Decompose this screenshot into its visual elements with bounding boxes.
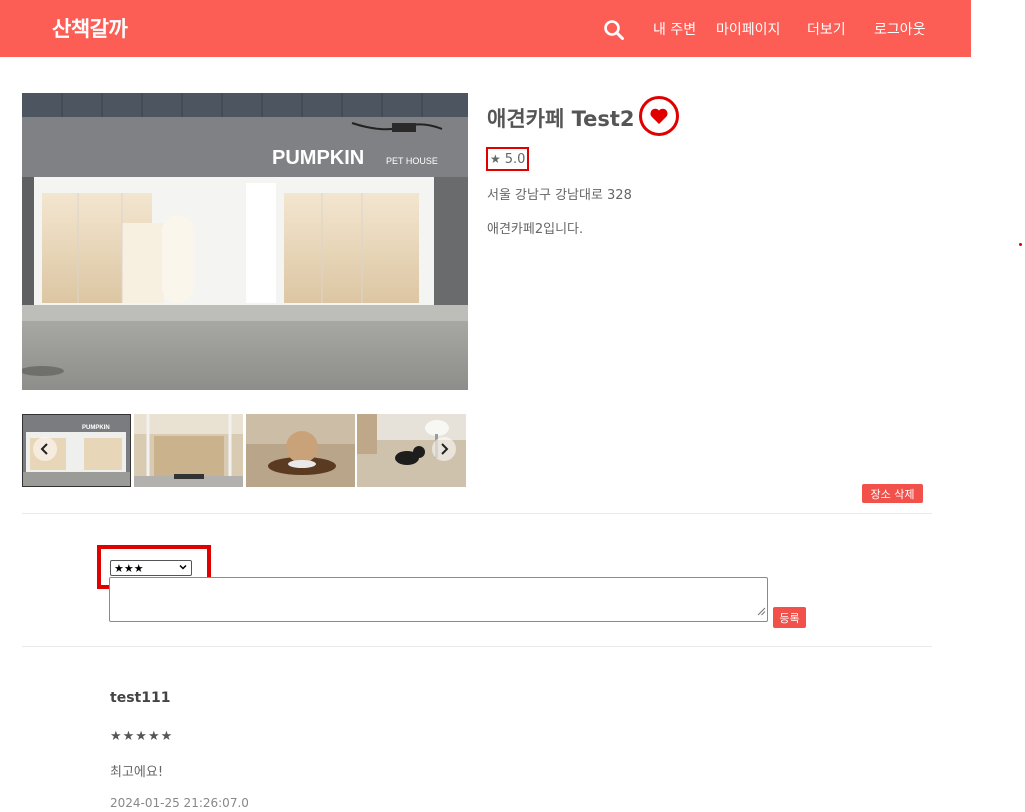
photo-sign-text: PUMPKIN	[272, 147, 364, 169]
rating-select-value: ★★★	[114, 561, 144, 575]
thumbnail-2[interactable]	[134, 414, 243, 487]
delete-place-button[interactable]: 장소 삭제	[862, 484, 923, 503]
search-icon[interactable]	[603, 19, 625, 41]
nav-more[interactable]: 더보기	[807, 19, 846, 39]
review-user: test111	[110, 690, 171, 706]
red-dot-marker	[1019, 243, 1022, 246]
nav-mypage[interactable]: 마이페이지	[716, 19, 780, 39]
review-text: 최고에요!	[110, 765, 164, 780]
section-divider	[22, 646, 932, 647]
thumbnail-3[interactable]	[246, 414, 355, 487]
rating-value: 5.0	[504, 151, 526, 167]
place-address: 서울 강남구 강남대로 328	[487, 188, 632, 203]
review-date: 2024-01-25 21:26:07.0	[110, 796, 249, 810]
rating-star-icon: ★	[490, 152, 501, 166]
place-main-photo: PUMPKIN PET HOUSE	[22, 93, 468, 390]
rating-select[interactable]: ★★★	[110, 560, 192, 576]
section-divider	[22, 513, 932, 514]
photo-sign-subtext: PET HOUSE	[386, 156, 438, 166]
place-rating: ★ 5.0	[486, 147, 529, 171]
review-textarea[interactable]	[109, 577, 768, 622]
nav-logout[interactable]: 로그아웃	[874, 19, 926, 39]
thumbnail-next-arrow[interactable]	[432, 437, 456, 461]
top-navigation-bar: 산책갈까 내 주변 마이페이지 더보기 로그아웃	[0, 0, 971, 57]
review-stars: ★★★★★	[110, 729, 174, 744]
resize-grip-icon[interactable]	[757, 601, 766, 620]
thumbnail-prev-arrow[interactable]	[33, 437, 57, 461]
submit-review-button[interactable]: 등록	[773, 607, 806, 628]
heart-icon[interactable]	[638, 95, 680, 137]
nav-nearby[interactable]: 내 주변	[653, 19, 696, 39]
site-logo[interactable]: 산책갈까	[52, 13, 128, 43]
thumb-sign-text: PUMPKIN	[82, 425, 110, 431]
photo-thumbnail-strip: PUMPKIN	[22, 414, 466, 487]
place-description: 애견카페2입니다.	[487, 222, 584, 237]
chevron-down-icon	[178, 562, 188, 575]
place-title: 애견카페 Test2	[487, 107, 635, 131]
